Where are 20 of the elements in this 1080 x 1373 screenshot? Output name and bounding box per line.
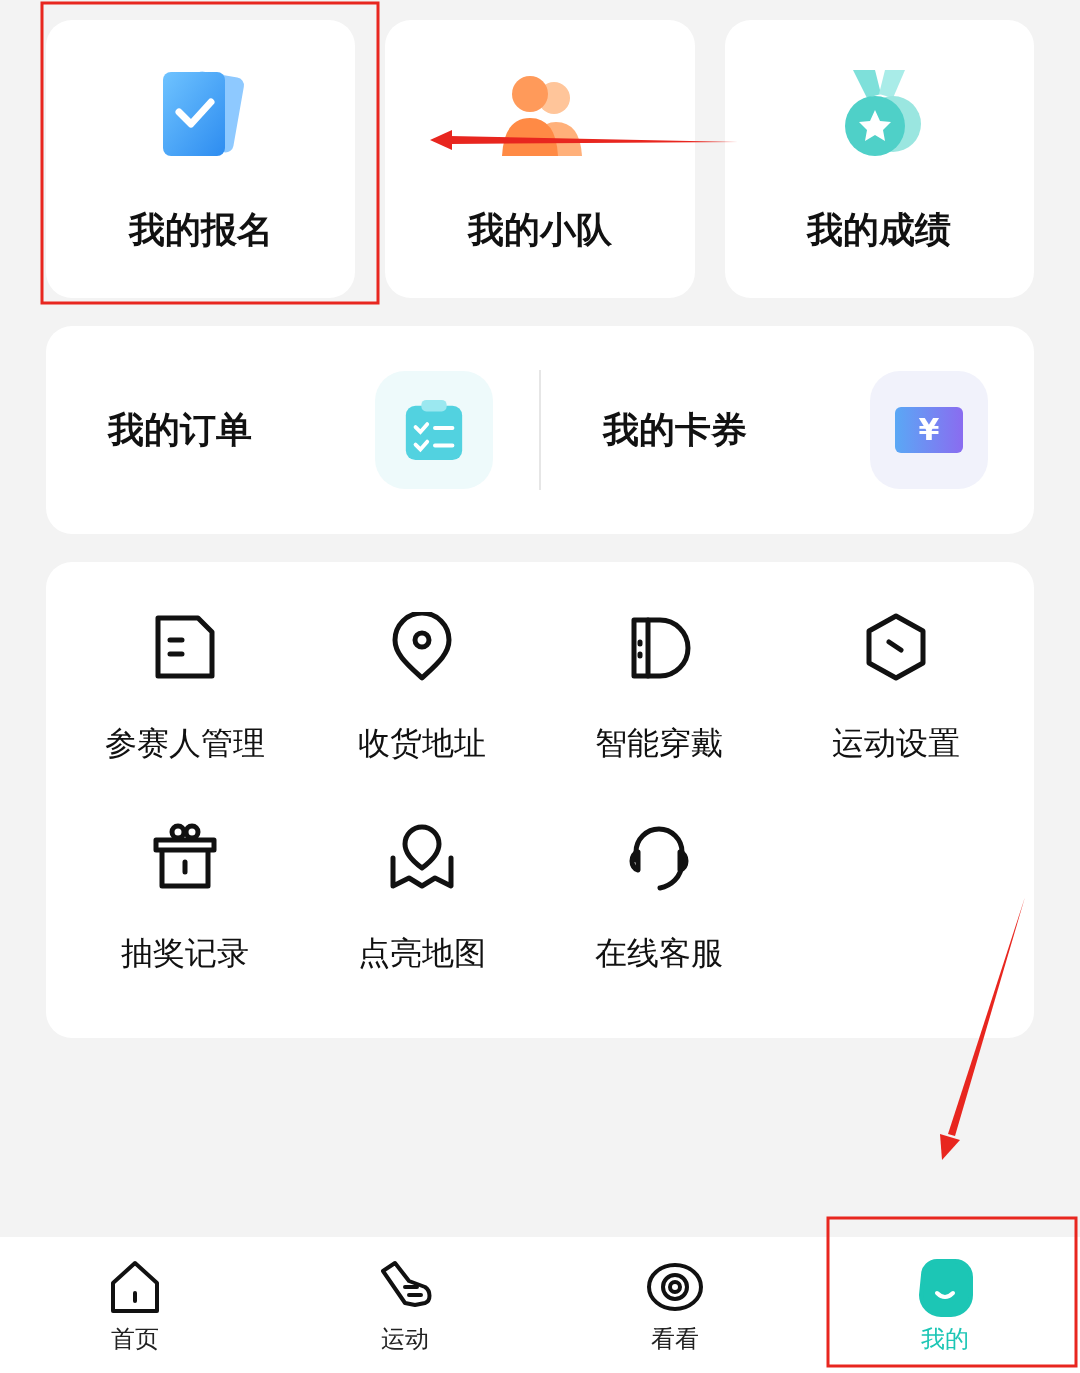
service-item[interactable]: 参赛人管理 [66, 612, 303, 822]
nav-tab[interactable]: 看看 [540, 1237, 810, 1373]
menu-card[interactable]: 我的成绩 [724, 20, 1034, 298]
service-item[interactable]: 在线客服 [540, 822, 777, 1032]
shortcut-label[interactable]: 我的卡券 [603, 405, 747, 455]
nav-tab[interactable]: 首页 [0, 1237, 270, 1373]
service-item[interactable]: 智能穿戴 [540, 612, 777, 822]
card-label: 我的小队 [468, 208, 612, 252]
card-label: 我的成绩 [807, 208, 952, 252]
ticket-icon: ¥ [895, 407, 963, 453]
service-item[interactable]: 抽奖记录 [66, 822, 303, 1032]
menu-card[interactable]: 我的小队 [385, 20, 695, 298]
service-item[interactable]: 收货地址 [303, 612, 540, 822]
menu-card[interactable]: 我的报名 [46, 20, 356, 298]
service-item[interactable]: 点亮地图 [303, 822, 540, 1032]
card-label: 我的报名 [128, 208, 273, 252]
nav-tab[interactable]: 运动 [270, 1237, 540, 1373]
shortcut-label[interactable]: 我的订单 [108, 405, 252, 455]
service-item[interactable]: 运动设置 [777, 612, 1014, 822]
shortcut-icon-tile[interactable] [375, 371, 493, 489]
